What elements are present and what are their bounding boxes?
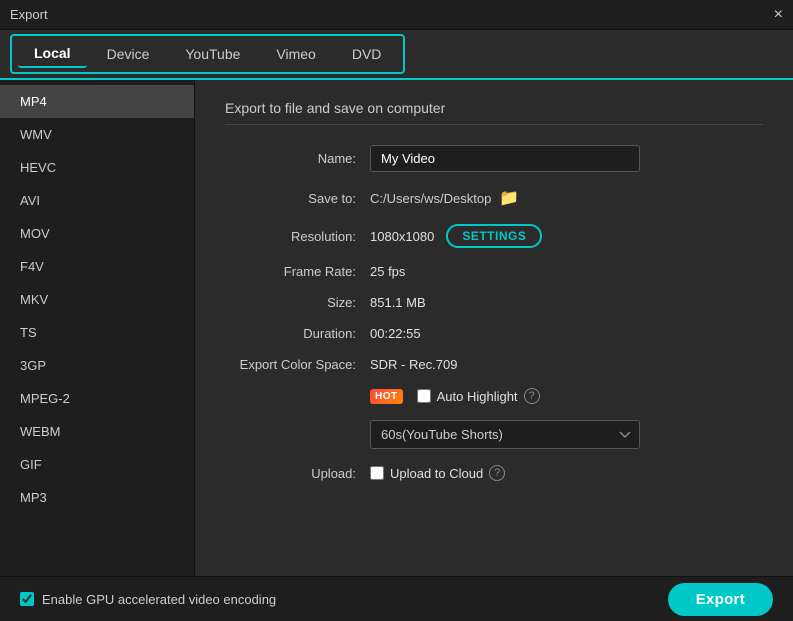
tab-vimeo[interactable]: Vimeo: [260, 40, 331, 68]
gpu-encoding-checkbox[interactable]: [20, 592, 34, 606]
upload-row: Upload: Upload to Cloud ?: [225, 465, 763, 481]
export-settings-panel: Export to file and save on computer Name…: [195, 80, 793, 576]
upload-help-icon[interactable]: ?: [489, 465, 505, 481]
auto-highlight-label[interactable]: Auto Highlight: [417, 389, 518, 404]
duration-value: 00:22:55: [370, 326, 763, 341]
sidebar-item-wmv[interactable]: WMV: [0, 118, 194, 151]
sidebar-item-mpeg2[interactable]: MPEG-2: [0, 382, 194, 415]
upload-cloud-text: Upload to Cloud: [390, 466, 483, 481]
bottom-bar: Enable GPU accelerated video encoding Ex…: [0, 576, 793, 621]
frame-rate-row: Frame Rate: 25 fps: [225, 264, 763, 279]
tab-group: Local Device YouTube Vimeo DVD: [10, 34, 405, 74]
auto-highlight-group: HOT Auto Highlight ?: [370, 388, 540, 404]
sidebar-item-avi[interactable]: AVI: [0, 184, 194, 217]
resolution-value-group: 1080x1080 SETTINGS: [370, 224, 542, 248]
auto-highlight-help-icon[interactable]: ?: [524, 388, 540, 404]
upload-label: Upload:: [225, 466, 370, 481]
tab-youtube[interactable]: YouTube: [169, 40, 256, 68]
content-header: Export to file and save on computer: [225, 100, 763, 125]
resolution-label: Resolution:: [225, 229, 370, 244]
dialog-title: Export: [10, 7, 48, 22]
shorts-duration-row: 60s(YouTube Shorts) 30s(YouTube Shorts) …: [225, 420, 763, 449]
format-sidebar: MP4 WMV HEVC AVI MOV F4V MKV TS 3GP MPEG…: [0, 80, 195, 576]
tab-device[interactable]: Device: [91, 40, 166, 68]
sidebar-item-webm[interactable]: WEBM: [0, 415, 194, 448]
save-to-row: Save to: C:/Users/ws/Desktop 📁: [225, 188, 763, 208]
gpu-encoding-text: Enable GPU accelerated video encoding: [42, 592, 276, 607]
auto-highlight-checkbox[interactable]: [417, 389, 431, 403]
tab-dvd[interactable]: DVD: [336, 40, 398, 68]
save-to-label: Save to:: [225, 191, 370, 206]
name-label: Name:: [225, 151, 370, 166]
upload-cloud-checkbox[interactable]: [370, 466, 384, 480]
sidebar-item-3gp[interactable]: 3GP: [0, 349, 194, 382]
settings-button[interactable]: SETTINGS: [446, 224, 542, 248]
frame-rate-label: Frame Rate:: [225, 264, 370, 279]
main-layout: MP4 WMV HEVC AVI MOV F4V MKV TS 3GP MPEG…: [0, 80, 793, 576]
size-label: Size:: [225, 295, 370, 310]
sidebar-item-ts[interactable]: TS: [0, 316, 194, 349]
auto-highlight-text: Auto Highlight: [437, 389, 518, 404]
frame-rate-value: 25 fps: [370, 264, 763, 279]
color-space-value: SDR - Rec.709: [370, 357, 763, 372]
duration-label: Duration:: [225, 326, 370, 341]
sidebar-item-gif[interactable]: GIF: [0, 448, 194, 481]
auto-highlight-row: HOT Auto Highlight ?: [225, 388, 763, 404]
tab-local[interactable]: Local: [18, 40, 87, 68]
shorts-duration-select[interactable]: 60s(YouTube Shorts) 30s(YouTube Shorts) …: [370, 420, 640, 449]
hot-badge: HOT: [370, 389, 403, 404]
title-bar: Export ×: [0, 0, 793, 30]
sidebar-item-f4v[interactable]: F4V: [0, 250, 194, 283]
sidebar-item-mkv[interactable]: MKV: [0, 283, 194, 316]
save-to-path-group: C:/Users/ws/Desktop 📁: [370, 188, 519, 208]
export-button[interactable]: Export: [668, 583, 773, 616]
sidebar-item-hevc[interactable]: HEVC: [0, 151, 194, 184]
name-row: Name:: [225, 145, 763, 172]
gpu-encoding-label[interactable]: Enable GPU accelerated video encoding: [20, 592, 276, 607]
name-input[interactable]: [370, 145, 640, 172]
close-button[interactable]: ×: [774, 7, 783, 23]
folder-icon[interactable]: 📁: [499, 188, 519, 208]
sidebar-item-mov[interactable]: MOV: [0, 217, 194, 250]
color-space-row: Export Color Space: SDR - Rec.709: [225, 357, 763, 372]
resolution-value: 1080x1080: [370, 229, 434, 244]
upload-group: Upload to Cloud ?: [370, 465, 505, 481]
duration-row: Duration: 00:22:55: [225, 326, 763, 341]
color-space-label: Export Color Space:: [225, 357, 370, 372]
size-value: 851.1 MB: [370, 295, 763, 310]
save-path-text: C:/Users/ws/Desktop: [370, 191, 491, 206]
resolution-row: Resolution: 1080x1080 SETTINGS: [225, 224, 763, 248]
sidebar-item-mp3[interactable]: MP3: [0, 481, 194, 514]
tabs-bar: Local Device YouTube Vimeo DVD: [0, 30, 793, 80]
upload-cloud-label[interactable]: Upload to Cloud: [370, 466, 483, 481]
size-row: Size: 851.1 MB: [225, 295, 763, 310]
sidebar-item-mp4[interactable]: MP4: [0, 85, 194, 118]
